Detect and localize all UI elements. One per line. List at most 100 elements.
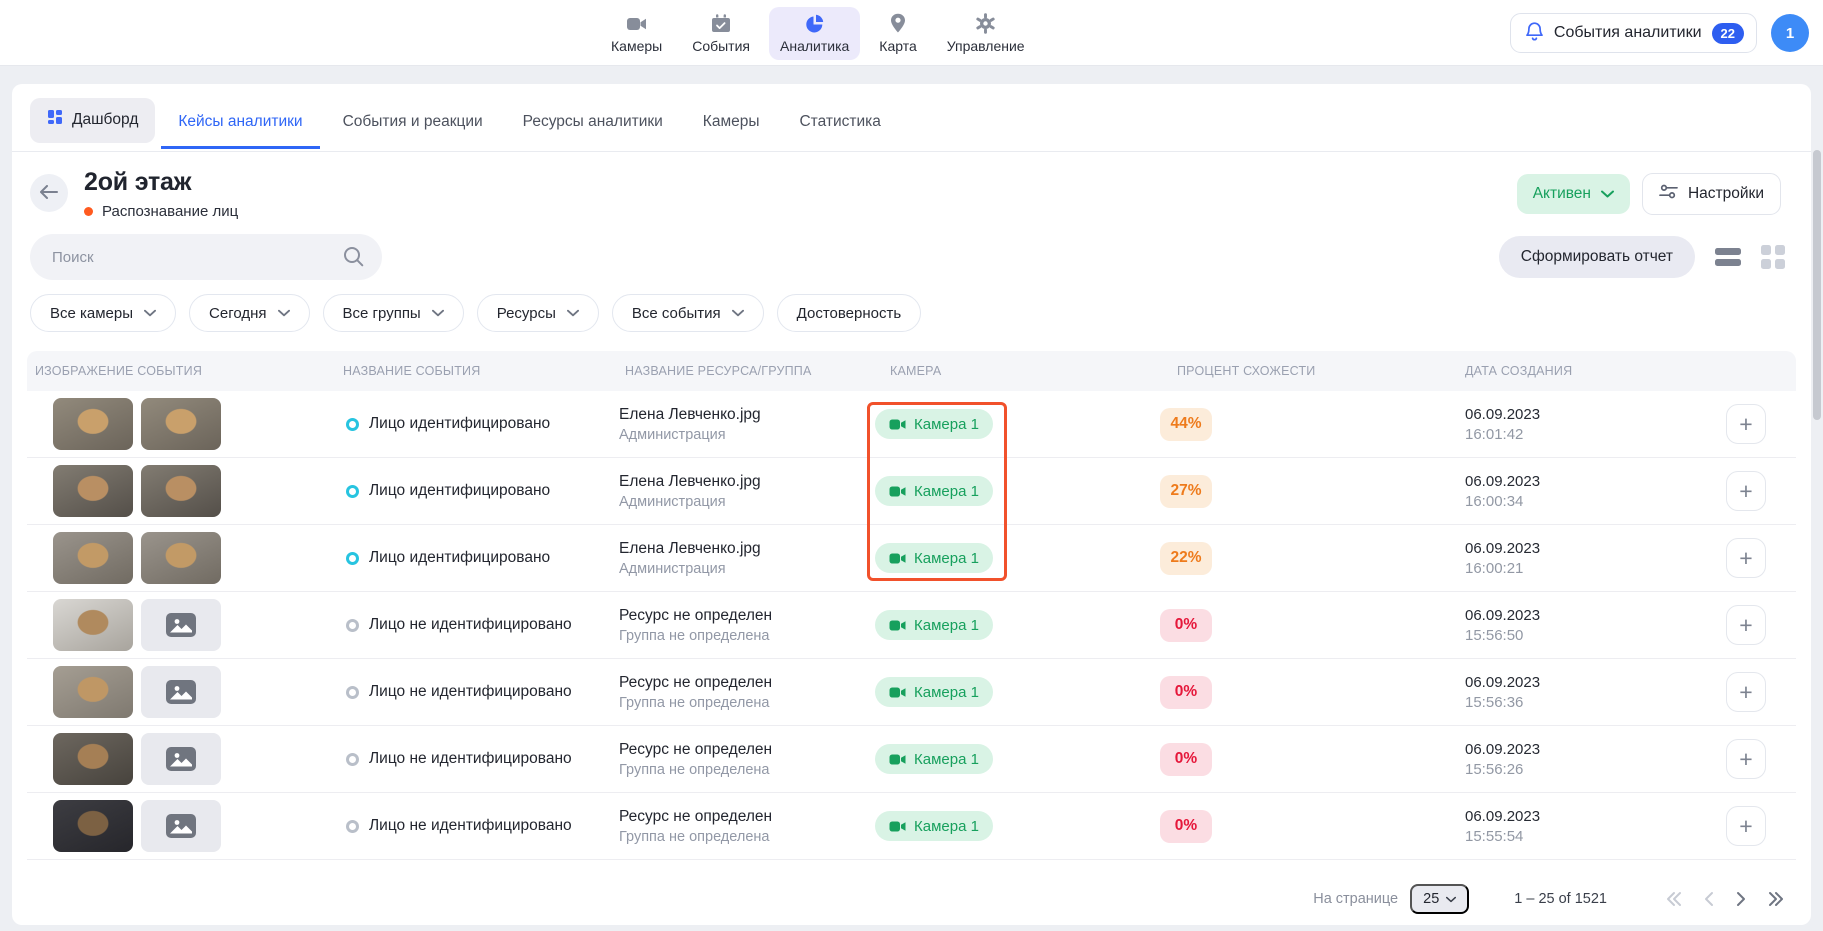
analytics-events-button[interactable]: События аналитики 22 bbox=[1509, 13, 1757, 53]
camera-cell: Камера 1 bbox=[872, 744, 1149, 774]
camera-badge: Камера 1 bbox=[875, 409, 993, 439]
first-page-button[interactable] bbox=[1663, 889, 1685, 909]
column-header-resource: НАЗВАНИЕ РЕСУРСА/ГРУППА bbox=[625, 364, 812, 378]
nav-item-map[interactable]: Карта bbox=[868, 7, 927, 60]
status-dropdown[interactable]: Активен bbox=[1516, 174, 1630, 214]
event-images-cell bbox=[27, 599, 335, 651]
double-chevron-right-icon bbox=[1769, 892, 1783, 906]
plus-icon: + bbox=[1739, 678, 1753, 705]
add-button[interactable]: + bbox=[1726, 739, 1766, 779]
list-view-icon[interactable] bbox=[1715, 248, 1741, 266]
event-name-cell: Лицо идентифицировано bbox=[335, 415, 617, 433]
add-button[interactable]: + bbox=[1726, 471, 1766, 511]
date-cell: 06.09.2023 16:00:21 bbox=[1459, 540, 1702, 577]
filter-all-groups[interactable]: Все группы bbox=[322, 294, 464, 332]
table-row[interactable]: Лицо не идентифицировано Ресурс не опред… bbox=[27, 726, 1796, 793]
nav-item-management[interactable]: Управление bbox=[936, 7, 1036, 60]
tab-statistics[interactable]: Статистика bbox=[782, 101, 897, 149]
dashboard-icon bbox=[47, 109, 63, 130]
table-row[interactable]: Лицо не идентифицировано Ресурс не опред… bbox=[27, 793, 1796, 860]
nav-item-events[interactable]: События bbox=[681, 7, 761, 60]
plus-icon: + bbox=[1739, 477, 1753, 504]
event-snapshot-photo[interactable] bbox=[53, 398, 133, 450]
matched-photo[interactable] bbox=[141, 532, 221, 584]
filter-all-events[interactable]: Все события bbox=[611, 294, 764, 332]
event-snapshot-photo[interactable] bbox=[53, 465, 133, 517]
search-input[interactable] bbox=[30, 234, 382, 280]
case-type-dot bbox=[84, 207, 93, 216]
resource-group: Группа не определена bbox=[619, 694, 770, 711]
creation-time: 15:56:50 bbox=[1465, 626, 1524, 644]
plus-icon: + bbox=[1739, 745, 1753, 772]
event-snapshot-photo[interactable] bbox=[53, 599, 133, 651]
similarity-percent-badge: 0% bbox=[1160, 608, 1212, 642]
filter-all-cameras[interactable]: Все камеры bbox=[30, 294, 177, 332]
nav-item-cameras[interactable]: Камеры bbox=[600, 7, 673, 60]
percent-cell: 0% bbox=[1149, 742, 1459, 776]
matched-photo[interactable] bbox=[141, 666, 221, 718]
camera-badge: Камера 1 bbox=[875, 543, 993, 573]
creation-time: 15:56:36 bbox=[1465, 693, 1524, 711]
chevron-down-icon bbox=[1600, 185, 1614, 203]
chevron-down-icon bbox=[1446, 896, 1457, 902]
column-header-camera: КАМЕРА bbox=[890, 364, 942, 378]
tab-analytics-resources[interactable]: Ресурсы аналитики bbox=[506, 101, 680, 149]
per-page-select[interactable]: 25 bbox=[1410, 884, 1470, 914]
camera-cell: Камера 1 bbox=[872, 543, 1149, 573]
last-page-button[interactable] bbox=[1765, 889, 1787, 909]
column-header-percent: ПРОЦЕНТ СХОЖЕСТИ bbox=[1177, 364, 1316, 378]
creation-time: 16:01:42 bbox=[1465, 425, 1524, 443]
resource-name: Елена Левченко.jpg bbox=[619, 405, 761, 423]
add-button[interactable]: + bbox=[1726, 538, 1766, 578]
add-button[interactable]: + bbox=[1726, 404, 1766, 444]
settings-button[interactable]: Настройки bbox=[1641, 173, 1781, 215]
generate-report-button[interactable]: Сформировать отчет bbox=[1498, 236, 1695, 278]
camera-badge-icon bbox=[889, 821, 906, 831]
table-row[interactable]: Лицо идентифицировано Елена Левченко.jpg… bbox=[27, 458, 1796, 525]
prev-page-button[interactable] bbox=[1701, 889, 1717, 909]
event-status-ring-icon bbox=[346, 484, 359, 498]
chevron-down-icon bbox=[277, 309, 290, 317]
camera-badge: Камера 1 bbox=[875, 476, 993, 506]
add-button[interactable]: + bbox=[1726, 672, 1766, 712]
resource-name: Ресурс не определен bbox=[619, 807, 773, 825]
add-button[interactable]: + bbox=[1726, 806, 1766, 846]
resource-group: Администрация bbox=[619, 493, 726, 510]
filter-confidence[interactable]: Достоверность bbox=[776, 294, 922, 332]
nav-label: Камеры bbox=[611, 37, 663, 54]
back-button[interactable] bbox=[30, 174, 68, 212]
grid-view-icon[interactable] bbox=[1761, 245, 1785, 269]
table-row[interactable]: Лицо идентифицировано Елена Левченко.jpg… bbox=[27, 525, 1796, 592]
matched-photo[interactable] bbox=[141, 733, 221, 785]
page-scrollbar[interactable] bbox=[1813, 150, 1821, 420]
camera-badge-icon bbox=[889, 486, 906, 496]
map-pin-icon bbox=[886, 13, 910, 35]
event-snapshot-photo[interactable] bbox=[53, 800, 133, 852]
tab-cameras[interactable]: Камеры bbox=[686, 101, 777, 149]
matched-photo[interactable] bbox=[141, 599, 221, 651]
resource-group: Группа не определена bbox=[619, 761, 770, 778]
event-status-ring-icon bbox=[346, 819, 359, 833]
event-snapshot-photo[interactable] bbox=[53, 666, 133, 718]
plus-icon: + bbox=[1739, 544, 1753, 571]
add-button[interactable]: + bbox=[1726, 605, 1766, 645]
filter-resources[interactable]: Ресурсы bbox=[476, 294, 599, 332]
matched-photo[interactable] bbox=[141, 398, 221, 450]
nav-item-analytics[interactable]: Аналитика bbox=[769, 6, 861, 60]
filter-today[interactable]: Сегодня bbox=[189, 294, 310, 332]
table-row[interactable]: Лицо не идентифицировано Ресурс не опред… bbox=[27, 659, 1796, 726]
table-row[interactable]: Лицо идентифицировано Елена Левченко.jpg… bbox=[27, 391, 1796, 458]
tab-dashboard[interactable]: Дашборд bbox=[30, 98, 156, 143]
event-name-cell: Лицо не идентифицировано bbox=[335, 683, 617, 701]
event-status-ring-icon bbox=[346, 685, 359, 699]
next-page-button[interactable] bbox=[1733, 889, 1749, 909]
table-row[interactable]: Лицо не идентифицировано Ресурс не опред… bbox=[27, 592, 1796, 659]
tab-events-reactions[interactable]: События и реакции bbox=[326, 101, 500, 149]
matched-photo[interactable] bbox=[141, 800, 221, 852]
matched-photo[interactable] bbox=[141, 465, 221, 517]
avatar[interactable]: 1 bbox=[1771, 14, 1809, 52]
tab-analytics-cases[interactable]: Кейсы аналитики bbox=[161, 101, 320, 149]
event-snapshot-photo[interactable] bbox=[53, 532, 133, 584]
creation-date: 06.09.2023 bbox=[1465, 539, 1541, 557]
event-snapshot-photo[interactable] bbox=[53, 733, 133, 785]
